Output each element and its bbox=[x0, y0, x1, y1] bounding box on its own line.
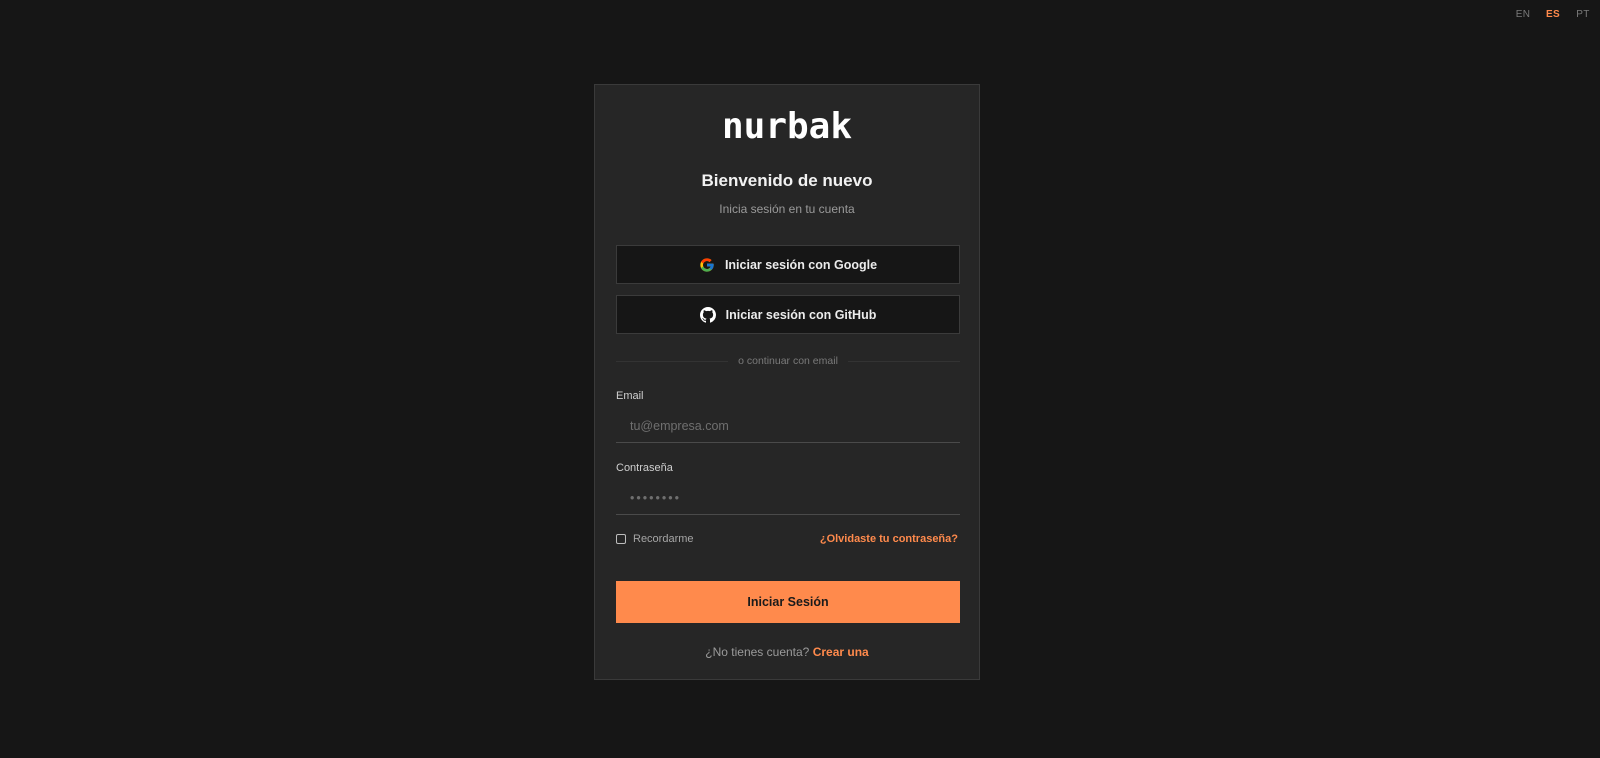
remember-label: Recordarme bbox=[633, 533, 694, 545]
language-switcher: EN ES PT bbox=[1508, 9, 1598, 20]
no-account-text: ¿No tienes cuenta? bbox=[705, 645, 810, 659]
forgot-password-link[interactable]: ¿Olvidaste tu contraseña? bbox=[820, 533, 958, 545]
github-signin-label: Iniciar sesión con GitHub bbox=[725, 307, 877, 322]
divider-line-left bbox=[616, 360, 729, 362]
lang-en[interactable]: EN bbox=[1508, 9, 1538, 20]
email-input[interactable] bbox=[616, 409, 960, 443]
brand-logo: nurbak bbox=[721, 106, 853, 147]
divider-text: o continuar con email bbox=[738, 355, 838, 367]
remember-checkbox[interactable] bbox=[616, 534, 626, 544]
github-icon bbox=[699, 306, 716, 323]
page-subtitle: Inicia sesión en tu cuenta bbox=[719, 202, 855, 216]
create-account-link[interactable]: Crear una bbox=[813, 645, 869, 659]
github-signin-button[interactable]: Iniciar sesión con GitHub bbox=[616, 295, 960, 334]
login-submit-label: Iniciar Sesión bbox=[747, 595, 829, 609]
divider: o continuar con email bbox=[616, 355, 960, 367]
password-label: Contraseña bbox=[616, 462, 673, 474]
login-card: nurbak Bienvenido de nuevo Inicia sesión… bbox=[594, 84, 980, 680]
remember-me[interactable]: Recordarme bbox=[616, 533, 694, 545]
password-input[interactable] bbox=[616, 481, 960, 515]
lang-es[interactable]: ES bbox=[1538, 9, 1568, 20]
login-submit-button[interactable]: Iniciar Sesión bbox=[616, 581, 960, 623]
page-title: Bienvenido de nuevo bbox=[701, 171, 873, 190]
signup-prompt: ¿No tienes cuenta? Crear una bbox=[595, 645, 979, 659]
email-label: Email bbox=[616, 390, 644, 402]
google-signin-label: Iniciar sesión con Google bbox=[724, 257, 878, 272]
divider-line-right bbox=[847, 360, 960, 362]
google-signin-button[interactable]: Iniciar sesión con Google bbox=[616, 245, 960, 284]
lang-pt[interactable]: PT bbox=[1568, 9, 1598, 20]
google-icon bbox=[699, 257, 715, 273]
